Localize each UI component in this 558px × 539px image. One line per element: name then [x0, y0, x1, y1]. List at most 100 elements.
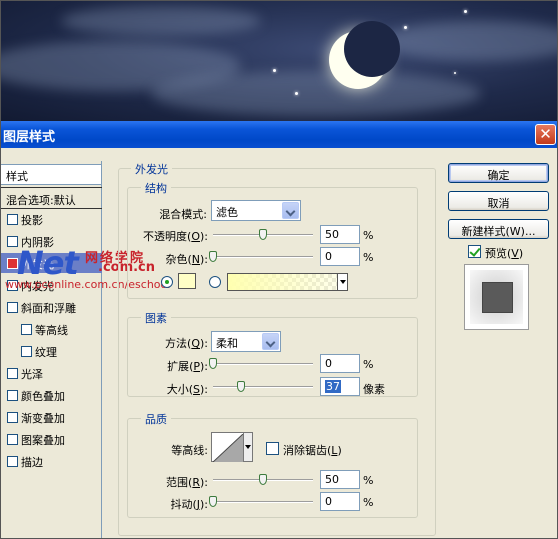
- jitter-label-text: 抖动: [170, 498, 193, 511]
- noise-input[interactable]: 0: [320, 247, 360, 266]
- style-item-label: 图案叠加: [21, 434, 65, 447]
- jitter-label: 抖动(J):: [170, 498, 208, 511]
- dialog-titlebar[interactable]: 图层样式 ✕: [1, 121, 557, 148]
- slider-thumb[interactable]: [237, 381, 245, 392]
- pattern-overlay-checkbox[interactable]: [7, 434, 18, 445]
- style-item-color-overlay[interactable]: 颜色叠加: [1, 385, 102, 405]
- preview-checkbox[interactable]: [468, 245, 481, 258]
- style-item-stroke[interactable]: 描边: [1, 451, 102, 471]
- style-item-label: 光泽: [21, 368, 43, 381]
- range-label: 范围(R):: [166, 476, 208, 489]
- contour-picker[interactable]: [211, 432, 253, 462]
- contour-checkbox[interactable]: [21, 324, 32, 335]
- style-item-pattern-overlay[interactable]: 图案叠加: [1, 429, 102, 449]
- style-item-label: 描边: [21, 456, 43, 469]
- solid-color-radio[interactable]: [161, 276, 173, 288]
- style-item-label: 斜面和浮雕: [21, 302, 76, 315]
- spread-input[interactable]: 0: [320, 354, 360, 373]
- opacity-slider[interactable]: [213, 229, 313, 241]
- stroke-checkbox[interactable]: [7, 456, 18, 467]
- style-item-bevel-emboss[interactable]: 斜面和浮雕: [1, 297, 102, 317]
- style-item-label: 渐变叠加: [21, 412, 65, 425]
- outer-glow-title: 外发光: [131, 161, 172, 177]
- structure-title: 结构: [141, 180, 171, 196]
- blend-mode-value: 滤色: [216, 206, 238, 219]
- new-style-button[interactable]: 新建样式(W)...: [448, 219, 549, 239]
- size-input[interactable]: 37: [320, 377, 360, 396]
- elements-title: 图素: [141, 310, 171, 326]
- antialias-label[interactable]: 消除锯齿(L): [283, 442, 342, 458]
- style-item-texture[interactable]: 纹理: [1, 341, 102, 361]
- color-overlay-checkbox[interactable]: [7, 390, 18, 401]
- jitter-unit: %: [363, 496, 374, 509]
- method-label: 方法(Q):: [165, 337, 208, 350]
- size-slider[interactable]: [213, 381, 313, 393]
- glow-color-swatch[interactable]: [178, 273, 196, 289]
- method-value: 柔和: [216, 337, 238, 350]
- opacity-key: O: [191, 230, 200, 243]
- jitter-input[interactable]: 0: [320, 492, 360, 511]
- style-item-satin[interactable]: 光泽: [1, 363, 102, 383]
- range-label-text: 范围: [166, 476, 189, 489]
- blend-mode-label: 混合模式:: [159, 208, 207, 221]
- blend-mode-select[interactable]: 滤色: [211, 200, 301, 221]
- noise-label: 杂色(N):: [165, 253, 208, 266]
- style-item-label: 等高线: [35, 324, 68, 337]
- preview-square: [482, 282, 513, 313]
- method-select[interactable]: 柔和: [211, 331, 281, 352]
- spread-unit: %: [363, 358, 374, 371]
- noise-key: N: [191, 253, 200, 266]
- method-label-text: 方法: [165, 337, 188, 350]
- styles-header[interactable]: 样式: [1, 164, 102, 185]
- gradient-picker[interactable]: [227, 273, 348, 291]
- size-label: 大小(S):: [166, 383, 208, 396]
- slider-thumb[interactable]: [209, 358, 217, 369]
- range-input[interactable]: 50: [320, 470, 360, 489]
- range-unit: %: [363, 474, 374, 487]
- spread-label-text: 扩展: [167, 360, 190, 373]
- slider-thumb[interactable]: [259, 474, 267, 485]
- opacity-label-text: 不透明度: [143, 230, 188, 243]
- drop-shadow-checkbox[interactable]: [7, 214, 18, 225]
- style-item-label: 纹理: [35, 346, 57, 359]
- jitter-key: J: [196, 498, 200, 511]
- satin-checkbox[interactable]: [7, 368, 18, 379]
- gradient-radio[interactable]: [209, 276, 221, 288]
- chevron-down-icon: [262, 333, 279, 350]
- cancel-button[interactable]: 取消: [448, 191, 549, 211]
- dropdown-arrow-icon: [243, 433, 252, 461]
- gradient-overlay-checkbox[interactable]: [7, 412, 18, 423]
- antialias-key: L: [331, 444, 338, 457]
- range-slider[interactable]: [213, 474, 313, 486]
- preview-label[interactable]: 预览(V): [485, 245, 523, 261]
- close-button[interactable]: ✕: [535, 124, 556, 145]
- noise-label-text: 杂色: [165, 253, 188, 266]
- style-item-contour[interactable]: 等高线: [1, 319, 102, 339]
- spread-slider[interactable]: [209, 358, 313, 370]
- style-item-gradient-overlay[interactable]: 渐变叠加: [1, 407, 102, 427]
- chevron-down-icon: [282, 202, 299, 219]
- antialias-label-text: 消除锯齿: [283, 444, 327, 457]
- slider-thumb[interactable]: [209, 496, 217, 507]
- noise-unit: %: [363, 251, 374, 264]
- style-item-drop-shadow[interactable]: 投影: [1, 209, 102, 229]
- bevel-emboss-checkbox[interactable]: [7, 302, 18, 313]
- ok-button[interactable]: 确定: [448, 163, 549, 183]
- method-key: Q: [191, 337, 200, 350]
- opacity-unit: %: [363, 229, 374, 242]
- blend-options-item[interactable]: 混合选项:默认: [1, 187, 102, 209]
- night-sky-image: [1, 1, 557, 121]
- size-key: S: [193, 383, 200, 396]
- contour-label: 等高线:: [171, 444, 208, 457]
- contour-curve-icon: [213, 434, 243, 462]
- opacity-input[interactable]: 50: [320, 225, 360, 244]
- spread-key: P: [193, 360, 200, 373]
- texture-checkbox[interactable]: [21, 346, 32, 357]
- jitter-slider[interactable]: [209, 496, 313, 508]
- noise-slider[interactable]: [209, 251, 313, 263]
- slider-thumb[interactable]: [209, 251, 217, 262]
- slider-thumb[interactable]: [259, 229, 267, 240]
- dialog-title: 图层样式: [3, 130, 56, 145]
- antialias-checkbox[interactable]: [266, 442, 279, 455]
- screenshot-frame: 图层样式 ✕ 样式 混合选项:默认 投影 内阴影 外发光 内发光 斜面和浮雕 等…: [0, 0, 558, 539]
